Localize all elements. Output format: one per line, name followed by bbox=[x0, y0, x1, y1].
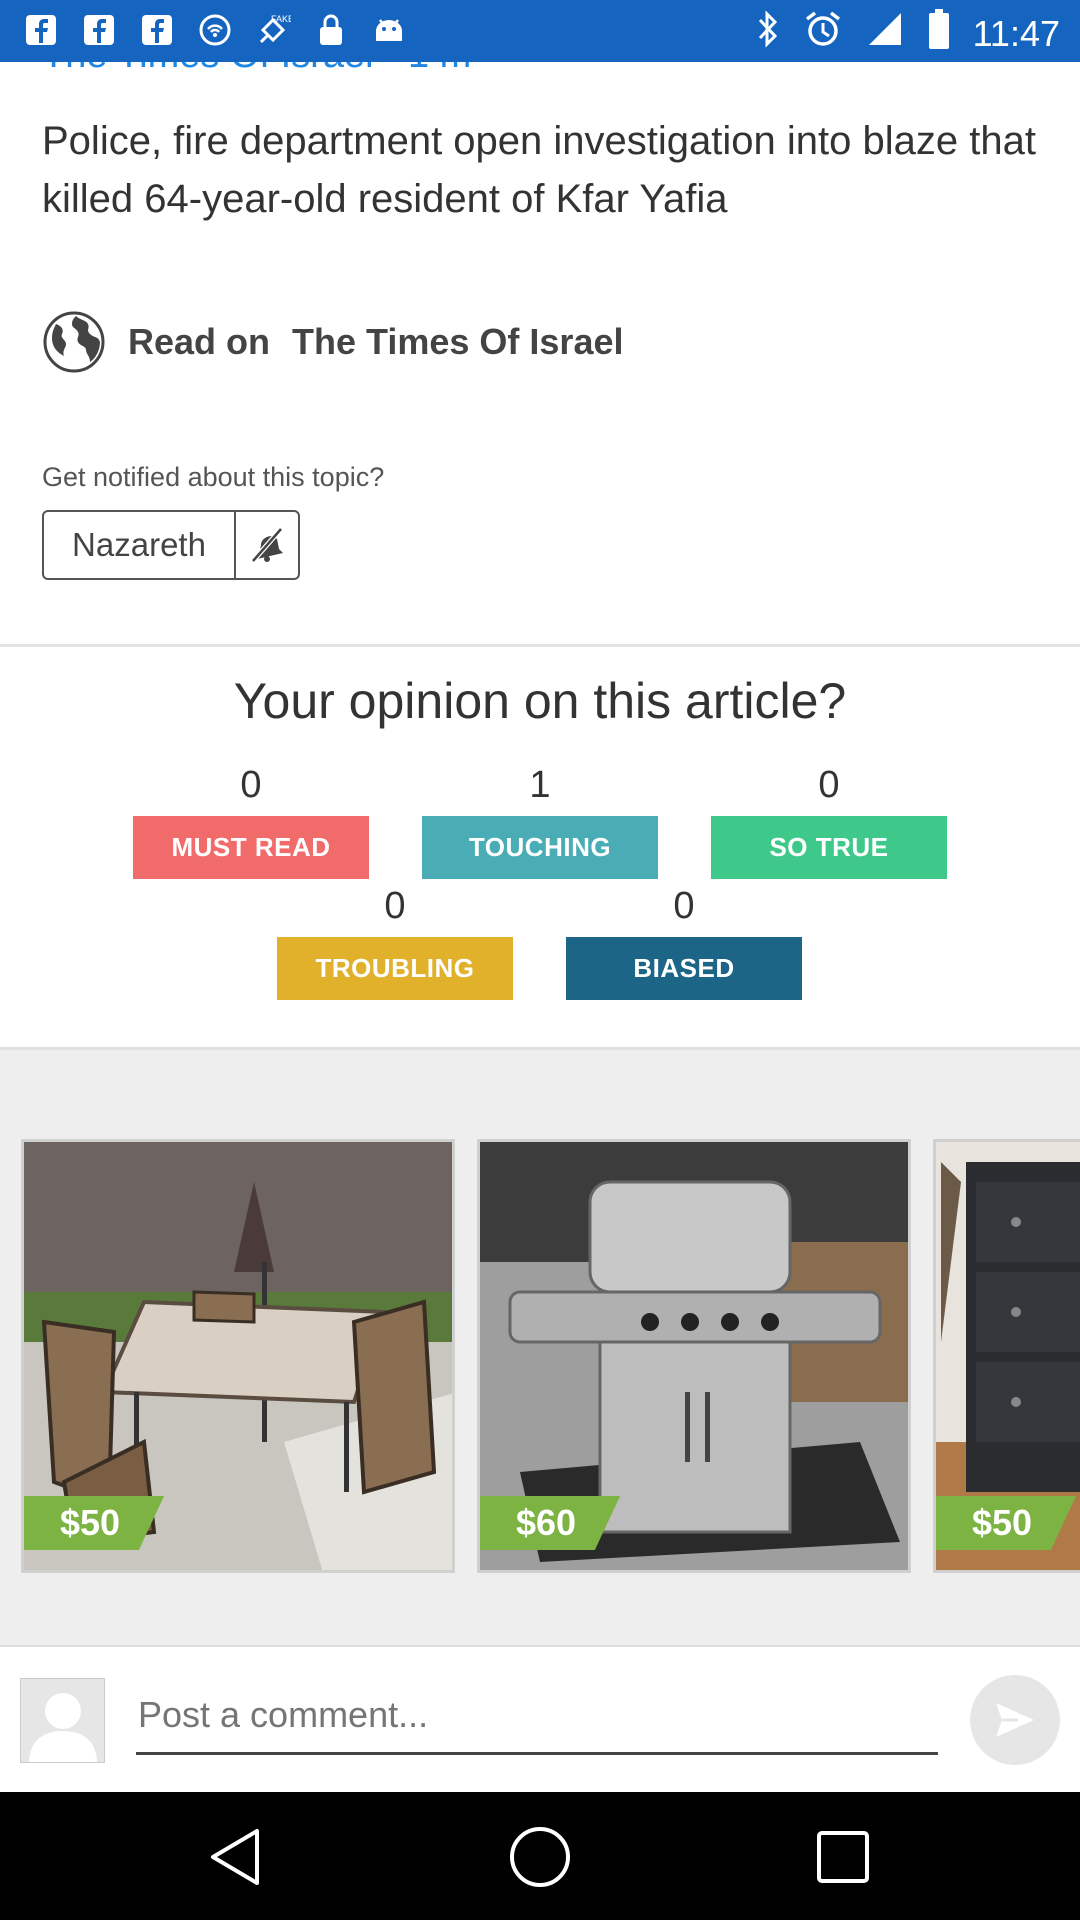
touching-button[interactable]: TOUCHING bbox=[422, 816, 658, 879]
comment-bar bbox=[0, 1645, 1080, 1792]
reaction-biased: 0 BIASED bbox=[566, 883, 802, 1000]
reaction-count: 0 bbox=[818, 764, 840, 806]
send-icon bbox=[996, 1703, 1034, 1737]
opinion-title: Your opinion on this article? bbox=[233, 673, 847, 729]
reaction-count: 1 bbox=[529, 764, 551, 806]
avatar bbox=[20, 1678, 105, 1763]
home-icon[interactable] bbox=[505, 1822, 575, 1892]
read-on-source: The Times Of Israel bbox=[292, 321, 624, 362]
must-read-button[interactable]: MUST READ bbox=[133, 816, 369, 879]
fake-gps-icon: FAKE bbox=[254, 10, 292, 50]
reaction-count: 0 bbox=[673, 885, 695, 927]
send-button[interactable] bbox=[970, 1675, 1060, 1765]
signal-icon bbox=[865, 9, 905, 58]
reaction-must-read: 0 MUST READ bbox=[133, 762, 369, 879]
article-view: The Times Of Israel • 1 m Police, fire d… bbox=[0, 62, 1080, 1792]
reaction-touching: 1 TOUCHING bbox=[422, 762, 658, 879]
notify-label: Get notified about this topic? bbox=[42, 462, 385, 492]
battery-icon bbox=[927, 8, 951, 59]
troubling-button[interactable]: TROUBLING bbox=[277, 937, 513, 1000]
svg-text:FAKE: FAKE bbox=[271, 14, 291, 24]
ad-card[interactable]: $50 bbox=[933, 1139, 1080, 1573]
biased-button[interactable]: BIASED bbox=[566, 937, 802, 1000]
comment-input[interactable] bbox=[136, 1677, 938, 1755]
reaction-count: 0 bbox=[384, 885, 406, 927]
globe-icon bbox=[42, 310, 106, 374]
recents-icon[interactable] bbox=[808, 1822, 878, 1892]
topic-chip-name[interactable]: Nazareth bbox=[44, 512, 236, 578]
notification-icons: FAKE bbox=[22, 10, 408, 50]
facebook-icon bbox=[22, 10, 60, 50]
ad-card[interactable]: $60 bbox=[477, 1139, 911, 1573]
bell-off-icon[interactable] bbox=[236, 512, 298, 578]
reaction-so-true: 0 SO TRUE bbox=[711, 762, 947, 879]
article-headline: Police, fire department open investigati… bbox=[42, 119, 1036, 221]
back-icon[interactable] bbox=[200, 1822, 270, 1892]
user-placeholder-icon bbox=[21, 1679, 104, 1762]
facebook-icon bbox=[80, 10, 118, 50]
facebook-icon bbox=[138, 10, 176, 50]
so-true-button[interactable]: SO TRUE bbox=[711, 816, 947, 879]
system-icons: 11:47 bbox=[755, 8, 1060, 59]
navigation-bar bbox=[0, 1792, 1080, 1920]
lock-icon bbox=[312, 10, 350, 50]
status-bar: FAKE 11:47 bbox=[0, 0, 1080, 62]
read-on-source-link[interactable]: Read on The Times Of Israel bbox=[42, 310, 624, 374]
clock: 11:47 bbox=[972, 12, 1060, 54]
read-on-prefix: Read on bbox=[128, 321, 271, 362]
section-divider bbox=[0, 644, 1080, 647]
article-source-line[interactable]: The Times Of Israel • 1 m bbox=[42, 62, 471, 77]
reaction-troubling: 0 TROUBLING bbox=[277, 883, 513, 1000]
android-icon bbox=[370, 10, 408, 50]
ad-card[interactable]: $50 bbox=[21, 1139, 455, 1573]
alarm-icon bbox=[803, 9, 843, 58]
bluetooth-icon bbox=[755, 9, 781, 58]
topic-chip[interactable]: Nazareth bbox=[42, 510, 300, 580]
wifi-location-icon bbox=[196, 10, 234, 50]
reaction-count: 0 bbox=[240, 764, 262, 806]
